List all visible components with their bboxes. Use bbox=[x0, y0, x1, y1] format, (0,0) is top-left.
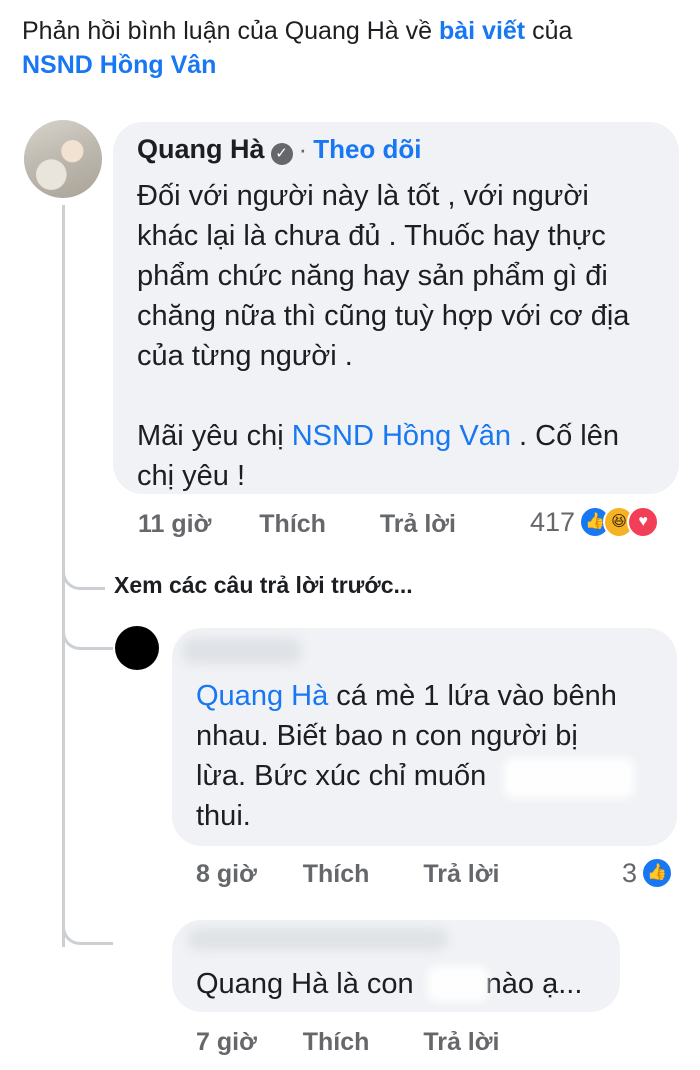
thread-hook-reply1 bbox=[62, 620, 113, 650]
comment-line: Mãi yêu chị NSND Hồng Vân . Cố lên bbox=[137, 420, 619, 452]
dot-separator: · bbox=[298, 134, 308, 164]
reply-bubble: Quang Hà là con nào ạ... bbox=[172, 920, 620, 1012]
reply-bubble: Quang Hà cá mè 1 lứa vào bênh nhau. Biết… bbox=[172, 628, 677, 846]
check-badge-icon: ✓ bbox=[270, 142, 293, 165]
comment-body: Đối với người này là tốt , với người khá… bbox=[137, 176, 629, 496]
reply-button[interactable]: Trả lời bbox=[423, 1028, 499, 1056]
like-button[interactable]: Thích bbox=[259, 510, 326, 538]
thread-hook bbox=[62, 560, 105, 590]
mention-link[interactable]: NSND Hồng Vân bbox=[292, 420, 511, 452]
comment-line: Đối với người này là tốt , với người bbox=[137, 180, 589, 212]
redacted-text bbox=[504, 758, 634, 798]
comment-time[interactable]: 7 giờ bbox=[196, 1028, 257, 1056]
page-header: Phản hồi bình luận của Quang Hà về bài v… bbox=[22, 14, 682, 82]
comment-time[interactable]: 8 giờ bbox=[196, 860, 257, 888]
comment-actions: 8 giờ Thích Trả lời bbox=[196, 860, 499, 889]
header-middle: của bbox=[525, 17, 573, 45]
comment-time[interactable]: 11 giờ bbox=[138, 510, 211, 538]
reaction-summary[interactable]: 3 👍 bbox=[622, 857, 674, 889]
reply-button[interactable]: Trả lời bbox=[380, 510, 456, 538]
reply-body: Quang Hà cá mè 1 lứa vào bênh nhau. Biết… bbox=[196, 680, 617, 832]
thread-hook-reply2 bbox=[62, 915, 113, 945]
comment-line: chị yêu ! bbox=[137, 460, 245, 492]
avatar[interactable] bbox=[115, 626, 159, 670]
redacted-text bbox=[428, 966, 488, 1002]
post-link[interactable]: bài viết bbox=[439, 17, 525, 45]
comment-actions: 7 giờ Thích Trả lời bbox=[196, 1028, 499, 1057]
reply-body: Quang Hà là con nào ạ... bbox=[196, 968, 583, 1000]
author-name[interactable]: Quang Hà bbox=[137, 134, 265, 164]
view-previous-replies[interactable]: Xem các câu trả lời trước... bbox=[114, 572, 413, 599]
comment-line: chăng nữa thì cũng tuỳ hợp với cơ địa bbox=[137, 300, 630, 332]
comment-actions: 11 giờ Thích Trả lời bbox=[138, 510, 456, 539]
reaction-count: 3 bbox=[622, 857, 638, 888]
main-comment-bubble: Quang Hà ✓ · Theo dõi Đối với người này là … bbox=[113, 122, 679, 494]
reply-button[interactable]: Trả lời bbox=[423, 860, 499, 888]
comment-line: khác lại là chưa đủ . Thuốc hay thực bbox=[137, 220, 606, 252]
comment-line: của từng người . bbox=[137, 340, 353, 372]
header-prefix: Phản hồi bình luận của Quang Hà về bbox=[22, 17, 439, 45]
like-button[interactable]: Thích bbox=[303, 860, 370, 888]
thread-line bbox=[62, 205, 65, 587]
reaction-summary[interactable]: 417 👍 😆 ♥ bbox=[530, 506, 660, 538]
redacted-name bbox=[182, 638, 302, 664]
love-reaction-icon: ♥ bbox=[627, 506, 660, 538]
comment-line: phẩm chức năng hay sản phẩm gì đi bbox=[137, 260, 608, 292]
reaction-count: 417 bbox=[530, 506, 576, 537]
follow-button[interactable]: Theo dõi bbox=[313, 134, 421, 164]
like-button[interactable]: Thích bbox=[303, 1028, 370, 1056]
comment-author-row: Quang Hà ✓ · Theo dõi bbox=[137, 134, 422, 165]
avatar[interactable] bbox=[24, 120, 102, 198]
mention-link[interactable]: Quang Hà bbox=[196, 680, 328, 712]
page-link[interactable]: NSND Hồng Vân bbox=[22, 51, 216, 79]
like-reaction-icon: 👍 bbox=[641, 857, 674, 889]
redacted-name bbox=[188, 928, 448, 950]
